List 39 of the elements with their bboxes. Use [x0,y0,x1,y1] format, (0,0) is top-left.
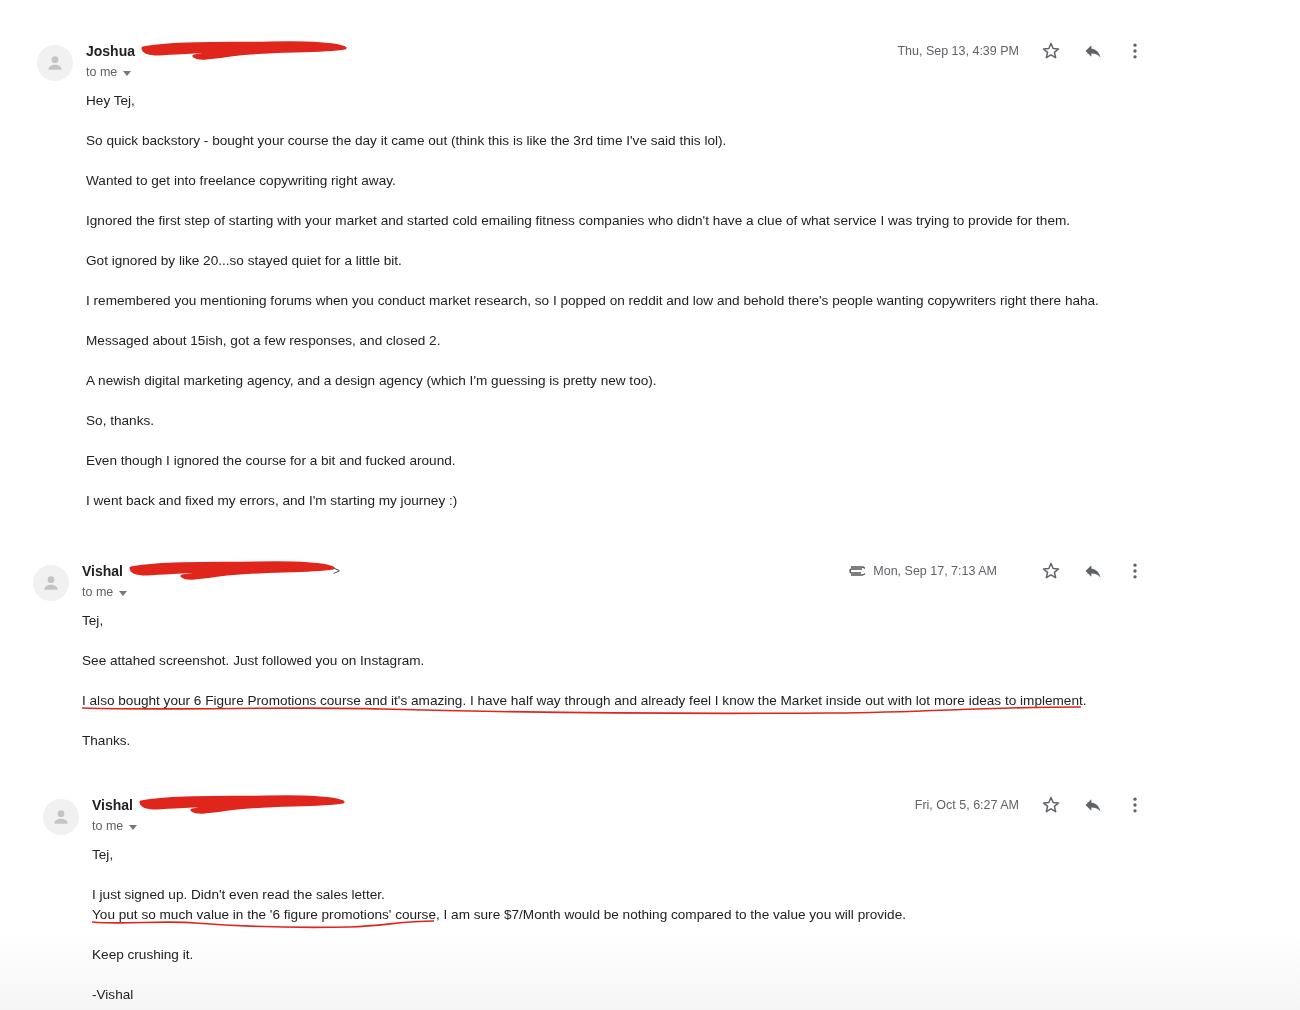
message-date: Mon, Sep 17, 7:13 AM [873,564,997,578]
recipient-dropdown[interactable]: to me [86,62,132,82]
message-text: Even though I ignored the course for a bit and fucked around. [86,452,456,470]
message-text: I remembered you mentioning forums when you conduct market research, so I popped on reddit and low and behold there's people wanting copywriters right there haha. [86,292,1099,310]
person-icon [45,53,65,73]
message-text: Tej, [82,612,104,630]
message-text: -Vishal [92,986,134,1004]
caret-icon [129,824,138,830]
caret-icon [119,590,128,596]
message-date: Fri, Oct 5, 6:27 AM [914,798,1019,812]
message-text: Thanks. [82,732,131,750]
caret-icon [123,70,132,76]
message-text: So, thanks. [86,412,154,430]
message-text: Hey Tej, [86,92,135,110]
person-icon [51,807,71,827]
star-icon[interactable] [1041,795,1061,815]
message-text: See attahed screenshot. Just followed you on Instagram. [82,652,425,670]
message-text: Tej, [92,846,114,864]
message-text: I just signed up. Didn't even read the sales letter. [92,886,385,904]
message-text: Messaged about 15ish, got a few responses, and closed 2. [86,332,441,350]
message-text: Keep crushing it. [92,946,194,964]
message-text: Wanted to get into freelance copywriting right away. [86,172,396,190]
message-text: I went back and fixed my errors, and I'm starting my journey :) [86,492,458,510]
star-icon[interactable] [1041,41,1061,61]
message-text: Ignored the first step of starting with your market and started cold emailing fitness companies who didn't have a clue of what service I was trying to provide for them. [86,212,1071,230]
star-icon[interactable] [1041,561,1061,581]
message-text: Got ignored by like 20...so stayed quiet for a little bit. [86,252,402,270]
message-text: A newish digital marketing agency, and a design agency (which I'm guessing is pretty new too). [86,372,657,390]
sender-name: Vishal [82,563,123,579]
address-fragment: > [333,564,340,578]
message-text: I also bought your 6 Figure Promotions course and it's amazing. I have half way through and already feel I know the Market inside out with lot more ideas to implement. [82,692,1087,710]
person-icon [41,573,61,593]
message-text: You put so much value in the '6 figure promotions' course, I am sure $7/Month would be nothing compared to the value you will provide. [92,906,906,924]
message-date: Thu, Sep 13, 4:39 PM [897,44,1019,58]
recipient-dropdown[interactable]: to me [92,816,138,836]
sender-name: Vishal [92,797,133,813]
sender-name: Joshua [86,43,135,59]
message-text: So quick backstory - bought your course the day it came out (think this is like the 3rd time I've said this lol). [86,132,727,150]
recipient-dropdown[interactable]: to me [82,582,128,602]
